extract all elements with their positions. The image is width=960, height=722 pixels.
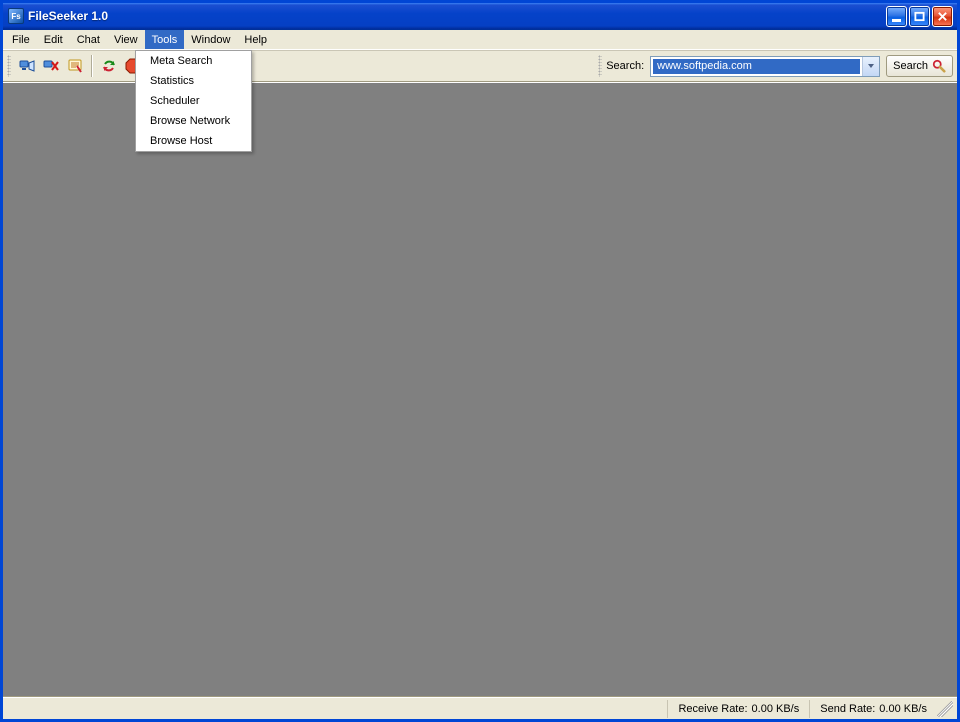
search-input-value[interactable]: www.softpedia.com	[653, 59, 860, 74]
disconnect-icon	[43, 58, 59, 74]
tools-dropdown: Meta Search Statistics Scheduler Browse …	[135, 50, 252, 152]
search-label: Search:	[606, 60, 644, 72]
status-receive: Receive Rate: 0.00 KB/s	[667, 700, 809, 718]
workspace	[3, 82, 957, 697]
search-icon	[932, 59, 946, 73]
tools-browse-host[interactable]: Browse Host	[136, 131, 251, 151]
maximize-icon	[914, 11, 925, 22]
title-bar: Fs FileSeeker 1.0	[3, 3, 957, 30]
toolbar-refresh-button[interactable]	[98, 55, 120, 77]
search-combo[interactable]: www.softpedia.com	[650, 56, 880, 77]
minimize-button[interactable]	[886, 6, 907, 27]
window: Fs FileSeeker 1.0 File Edit Chat View To…	[0, 0, 960, 722]
tools-browse-network[interactable]: Browse Network	[136, 111, 251, 131]
refresh-icon	[101, 58, 117, 74]
chevron-down-icon	[867, 62, 875, 70]
tools-meta-search[interactable]: Meta Search	[136, 51, 251, 71]
tools-scheduler[interactable]: Scheduler	[136, 91, 251, 111]
connect-icon	[19, 58, 35, 74]
search-button-label: Search	[893, 60, 928, 72]
menu-chat[interactable]: Chat	[70, 30, 107, 49]
search-button[interactable]: Search	[886, 55, 953, 77]
menu-bar: File Edit Chat View Tools Window Help Me…	[3, 30, 957, 50]
minimize-icon	[892, 19, 901, 22]
window-title: FileSeeker 1.0	[28, 9, 886, 23]
tools-statistics[interactable]: Statistics	[136, 71, 251, 91]
status-send-value: 0.00 KB/s	[879, 703, 927, 715]
settings-icon	[67, 58, 83, 74]
close-icon	[937, 11, 948, 22]
menu-window[interactable]: Window	[184, 30, 237, 49]
window-buttons	[886, 6, 953, 27]
status-receive-label: Receive Rate:	[678, 703, 747, 715]
status-receive-value: 0.00 KB/s	[752, 703, 800, 715]
status-send: Send Rate: 0.00 KB/s	[809, 700, 937, 718]
menu-tools[interactable]: Tools	[145, 30, 185, 49]
menu-view[interactable]: View	[107, 30, 145, 49]
app-icon: Fs	[8, 8, 24, 24]
toolbar-connect-button[interactable]	[16, 55, 38, 77]
menu-help[interactable]: Help	[237, 30, 274, 49]
search-combo-dropdown-button[interactable]	[862, 57, 879, 76]
menu-edit[interactable]: Edit	[37, 30, 70, 49]
maximize-button[interactable]	[909, 6, 930, 27]
toolbar-settings-button[interactable]	[64, 55, 86, 77]
status-send-label: Send Rate:	[820, 703, 875, 715]
resize-grip[interactable]	[937, 701, 953, 717]
close-button[interactable]	[932, 6, 953, 27]
status-bar: Receive Rate: 0.00 KB/s Send Rate: 0.00 …	[3, 697, 957, 719]
toolbar-disconnect-button[interactable]	[40, 55, 62, 77]
toolbar-grip[interactable]	[7, 55, 11, 77]
menu-file[interactable]: File	[5, 30, 37, 49]
search-grip[interactable]	[598, 55, 602, 77]
toolbar-separator-1	[91, 55, 93, 77]
